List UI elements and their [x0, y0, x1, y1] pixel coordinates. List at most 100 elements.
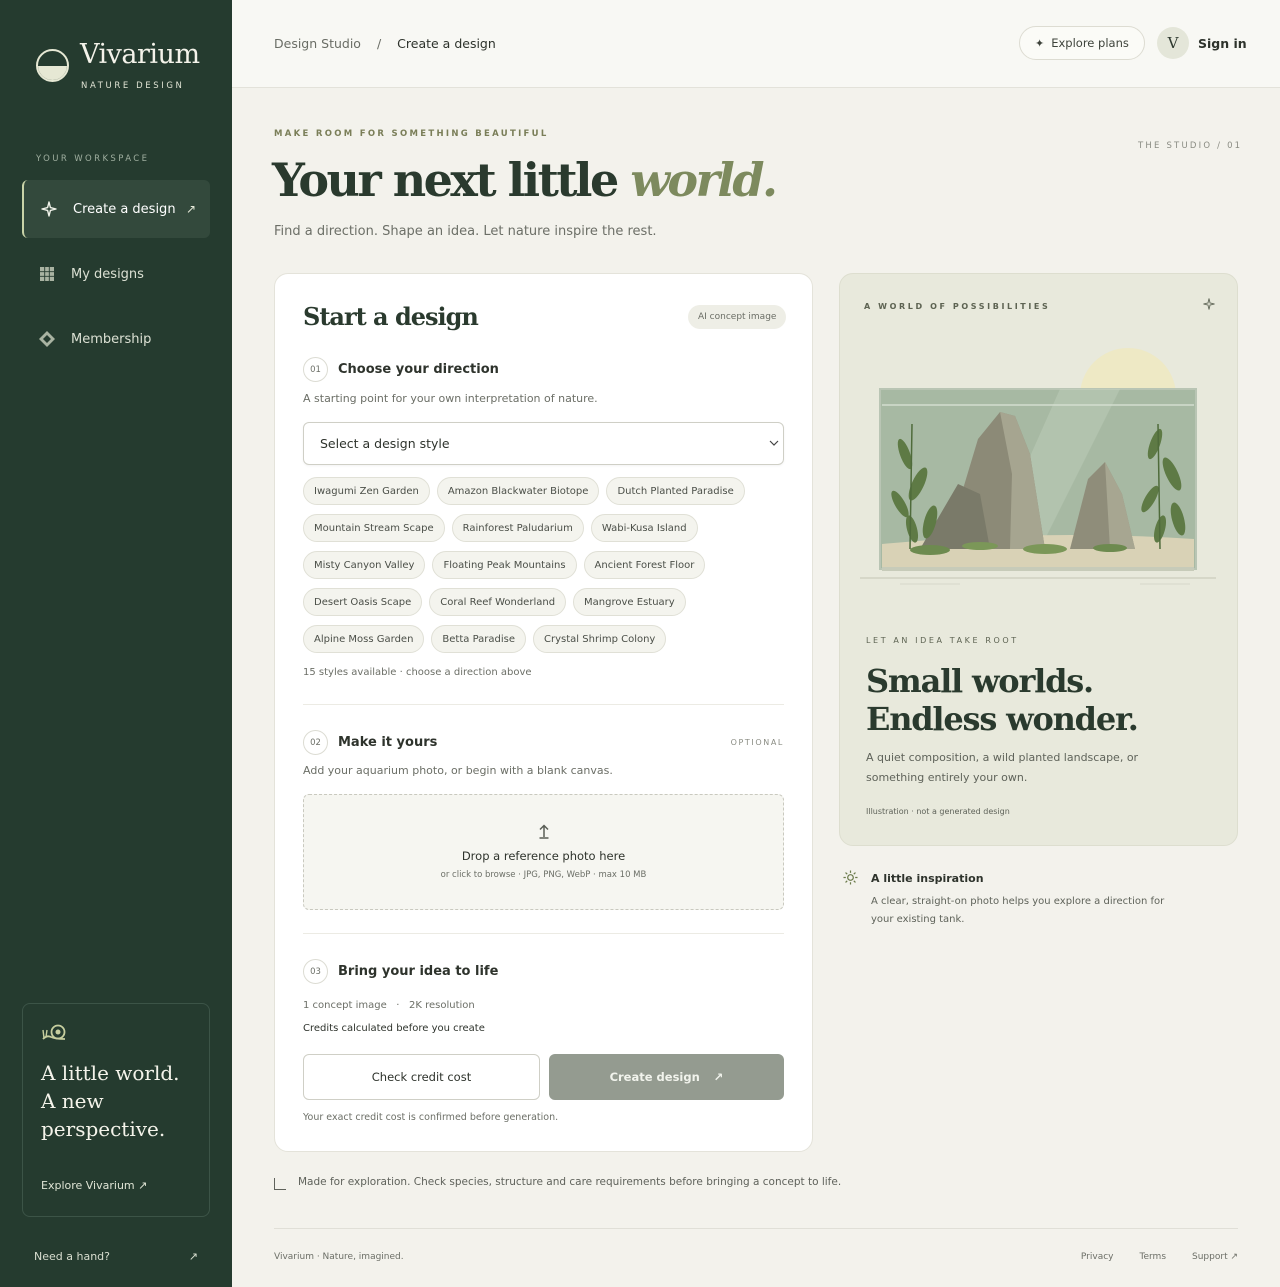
diamond-icon: [38, 330, 56, 348]
inspiration-description: A clear, straight-on photo helps you exp…: [871, 896, 1165, 925]
design-style-select[interactable]: Select a design style: [303, 422, 784, 465]
disclaimer-text: Made for exploration. Check species, str…: [298, 1176, 842, 1188]
sparkle-icon: [40, 200, 58, 218]
sidebar-item-label: My designs: [71, 266, 144, 282]
support-link[interactable]: Support ↗: [1192, 1252, 1238, 1262]
style-chip[interactable]: Coral Reef Wonderland: [429, 588, 567, 616]
breadcrumb-current: Create a design: [397, 36, 496, 51]
style-chip[interactable]: Rainforest Paludarium: [451, 514, 584, 542]
breadcrumb: Design Studio / Create a design: [274, 36, 496, 51]
studio-tag: THE STUDIO / 01: [1138, 141, 1243, 151]
chevron-down-icon: [769, 438, 779, 449]
workspace-label: YOUR WORKSPACE: [36, 154, 150, 164]
step-number: 02: [303, 730, 328, 755]
footer-tagline: Vivarium · Nature, imagined.: [274, 1252, 404, 1262]
page-title: Your next little world.: [272, 153, 778, 207]
style-chip[interactable]: Ancient Forest Floor: [583, 551, 706, 579]
inspiration-panel: A WORLD OF POSSIBILITIES LET AN IDEA TAK…: [839, 273, 1238, 846]
styles-count-note: 15 styles available · choose a direction…: [303, 667, 532, 678]
style-chip[interactable]: Floating Peak Mountains: [432, 551, 577, 579]
step-title: Choose your direction: [338, 362, 499, 377]
footer-divider: [274, 1228, 1238, 1229]
panel-title: Small worlds. Endless wonder.: [866, 662, 1139, 738]
upload-icon: [304, 823, 783, 843]
style-chip-list: Iwagumi Zen Garden Amazon Blackwater Bio…: [303, 477, 788, 653]
step-description: A starting point for your own interpreta…: [303, 392, 598, 405]
page-title-emphasis: world.: [630, 153, 778, 207]
style-chip[interactable]: Dutch Planted Paradise: [606, 477, 745, 505]
start-design-card: Start a design AI concept image 01 Choos…: [274, 273, 813, 1152]
style-chip[interactable]: Betta Paradise: [431, 625, 527, 653]
brand-tagline: NATURE DESIGN: [81, 81, 185, 91]
sidebar-item-label: Membership: [71, 331, 152, 347]
panel-title-line: Small worlds.: [866, 662, 1094, 700]
check-credit-cost-button[interactable]: Check credit cost: [303, 1054, 540, 1100]
explore-plans-button[interactable]: ✦ Explore plans: [1019, 26, 1145, 60]
brand-logo[interactable]: Vivarium NATURE DESIGN: [36, 38, 200, 91]
style-chip[interactable]: Alpine Moss Garden: [303, 625, 425, 653]
promo-card: A little world. A new perspective. Explo…: [22, 1003, 210, 1217]
brand-name: Vivarium: [80, 39, 200, 70]
arrow-up-right-icon: ↗: [713, 1070, 724, 1084]
style-chip[interactable]: Mountain Stream Scape: [303, 514, 445, 542]
breadcrumb-separator: /: [376, 36, 382, 51]
arrow-up-right-icon: ↗: [185, 202, 196, 216]
sidebar-item-membership[interactable]: Membership: [22, 310, 210, 368]
arrow-up-right-icon: ↗: [188, 1250, 198, 1263]
style-chip[interactable]: Iwagumi Zen Garden: [303, 477, 430, 505]
optional-label: OPTIONAL: [730, 738, 784, 747]
step-number: 03: [303, 959, 328, 984]
style-chip[interactable]: Wabi-Kusa Island: [590, 514, 698, 542]
terms-link[interactable]: Terms: [1140, 1252, 1167, 1262]
style-chip[interactable]: Crystal Shrimp Colony: [533, 625, 667, 653]
help-label: Need a hand?: [34, 1250, 110, 1263]
sidebar-item-label: Create a design: [73, 201, 176, 217]
corner-arrow-icon: [274, 1178, 286, 1190]
style-chip[interactable]: Misty Canyon Valley: [303, 551, 426, 579]
step-number: 01: [303, 357, 328, 382]
footer-links: Privacy Terms Support ↗: [1081, 1252, 1238, 1262]
sun-icon: [843, 870, 858, 889]
logo-icon: [36, 49, 69, 82]
sparkle-icon: ✦: [1035, 36, 1045, 50]
explore-vivarium-link[interactable]: Explore Vivarium ↗: [41, 1179, 147, 1192]
grid-icon: [38, 265, 56, 283]
page-subtitle: Find a direction. Shape an idea. Let nat…: [274, 224, 657, 239]
inspiration-title: A little inspiration: [871, 872, 984, 885]
create-design-label: Create design: [609, 1070, 700, 1084]
avatar[interactable]: V: [1157, 27, 1189, 59]
page-eyebrow: MAKE ROOM FOR SOMETHING BEAUTIFUL: [274, 129, 549, 139]
breadcrumb-root[interactable]: Design Studio: [274, 36, 361, 51]
illustration-note: Illustration · not a generated design: [866, 807, 1010, 816]
credits-note: Credits calculated before you create: [303, 1023, 485, 1034]
credit-confirm-note: Your exact credit cost is confirmed befo…: [303, 1112, 559, 1123]
explore-plans-label: Explore plans: [1051, 36, 1129, 50]
dropzone-title: Drop a reference photo here: [461, 849, 626, 863]
step-title: Bring your idea to life: [338, 964, 499, 979]
exploration-disclaimer: Made for exploration. Check species, str…: [274, 1176, 841, 1190]
sign-in-link[interactable]: Sign in: [1198, 36, 1247, 51]
topbar: Design Studio / Create a design ✦ Explor…: [232, 0, 1280, 88]
card-title: Start a design: [303, 302, 479, 331]
output-meta: 1 concept image · 2K resolution: [303, 1000, 475, 1011]
sparkle-icon: [1203, 298, 1215, 313]
privacy-link[interactable]: Privacy: [1081, 1252, 1114, 1262]
aquarium-illustration: [860, 348, 1216, 585]
page-title-main: Your next little: [272, 153, 631, 207]
reference-photo-dropzone[interactable]: Drop a reference photo here or click to …: [303, 794, 784, 910]
sidebar: Vivarium NATURE DESIGN YOUR WORKSPACE Cr…: [0, 0, 232, 1287]
create-design-button[interactable]: Create design ↗: [549, 1054, 784, 1100]
step-title: Make it yours: [338, 735, 438, 750]
divider: [303, 704, 784, 705]
style-chip[interactable]: Amazon Blackwater Biotope: [436, 477, 600, 505]
sidebar-item-my-designs[interactable]: My designs: [22, 245, 210, 303]
sidebar-item-create-design[interactable]: Create a design ↗: [22, 180, 210, 238]
style-chip[interactable]: Desert Oasis Scape: [303, 588, 423, 616]
panel-eyebrow-secondary: LET AN IDEA TAKE ROOT: [866, 636, 1019, 645]
style-chip[interactable]: Mangrove Estuary: [573, 588, 686, 616]
divider: [303, 933, 784, 934]
panel-description: A quiet composition, a wild planted land…: [866, 751, 1139, 784]
help-link[interactable]: Need a hand? ↗: [34, 1250, 198, 1263]
promo-title: A little world. A new perspective.: [41, 1061, 180, 1141]
step-description: Add your aquarium photo, or begin with a…: [303, 764, 613, 777]
